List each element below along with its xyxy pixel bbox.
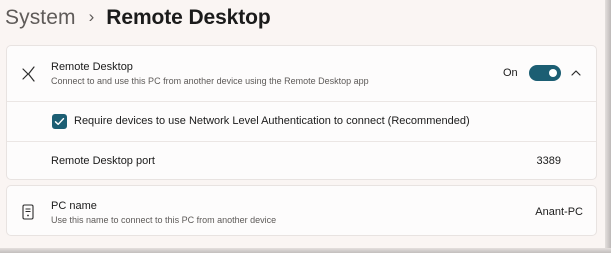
port-label: Remote Desktop port — [51, 155, 155, 167]
remote-desktop-card: Remote Desktop Connect to and use this P… — [6, 45, 597, 180]
nla-checkbox[interactable] — [52, 114, 67, 129]
settings-window: System › Remote Desktop Remote Desktop C… — [0, 0, 611, 253]
pc-name-description: Use this name to connect to this PC from… — [51, 215, 277, 225]
pc-name-value: Anant-PC — [535, 206, 583, 218]
toggle-state-label: On — [503, 67, 518, 79]
toggle-knob — [549, 69, 557, 77]
remote-desktop-header-row[interactable]: Remote Desktop Connect to and use this P… — [7, 46, 596, 101]
pc-name-title: PC name — [51, 200, 97, 212]
breadcrumb-separator: › — [88, 7, 95, 26]
remote-desktop-icon — [22, 66, 35, 82]
breadcrumb-system-link[interactable]: System — [5, 6, 76, 30]
remote-desktop-title: Remote Desktop — [51, 61, 133, 73]
pc-name-card: PC name Use this name to connect to this… — [6, 185, 597, 236]
pc-name-icon — [22, 204, 34, 220]
breadcrumb: System › Remote Desktop — [5, 4, 271, 32]
checkmark-icon — [54, 117, 65, 125]
remote-desktop-description: Connect to and use this PC from another … — [51, 76, 369, 86]
port-row: Remote Desktop port 3389 — [7, 141, 596, 180]
chevron-up-icon[interactable] — [570, 67, 582, 79]
port-value: 3389 — [536, 155, 561, 167]
nla-row: Require devices to use Network Level Aut… — [7, 101, 596, 141]
page-title: Remote Desktop — [106, 6, 271, 29]
remote-desktop-toggle[interactable] — [529, 65, 561, 81]
nla-label[interactable]: Require devices to use Network Level Aut… — [74, 115, 470, 127]
